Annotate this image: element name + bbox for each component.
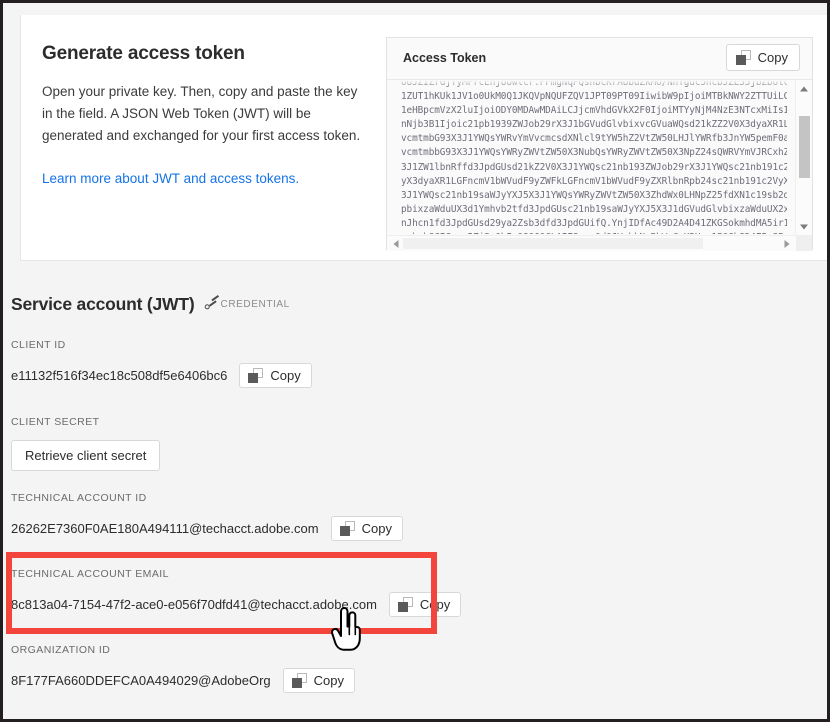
field-technical-account-id: TECHNICAL ACCOUNT ID 26262E7360F0AE180A4…	[11, 492, 403, 541]
scroll-down-arrow-icon[interactable]	[796, 220, 812, 234]
access-token-header: Access Token Copy	[387, 38, 812, 80]
field-client-id: CLIENT ID e11132f516f34ec18c508df5e6406b…	[11, 339, 312, 388]
vertical-scroll-thumb[interactable]	[799, 116, 810, 178]
screenshot-frame: Generate access token Open your private …	[0, 0, 830, 722]
scroll-left-arrow-icon[interactable]	[389, 236, 403, 251]
field-value-technical-account-id: 26262E7360F0AE180A494111@techacct.adobe.…	[11, 521, 319, 536]
scroll-right-arrow-icon[interactable]	[780, 236, 794, 251]
field-value-organization-id: 8F177FA660DDEFCA0A494029@AdobeOrg	[11, 673, 271, 688]
copy-icon	[735, 50, 751, 65]
generate-access-token-card: Generate access token Open your private …	[20, 15, 827, 261]
field-label-technical-account-id: TECHNICAL ACCOUNT ID	[11, 492, 147, 504]
field-row-client-secret: Retrieve client secret	[11, 440, 161, 471]
section-header: Service account (JWT) CREDENTIAL	[11, 294, 290, 315]
field-label-client-secret: CLIENT SECRET	[11, 416, 100, 428]
copy-access-token-label: Copy	[757, 49, 788, 65]
field-row-client-id: e11132f516f34ec18c508df5e6406bc6 Copy	[11, 363, 312, 388]
copy-icon	[248, 368, 264, 383]
copy-icon	[397, 597, 413, 612]
field-label-client-id: CLIENT ID	[11, 339, 66, 351]
field-row-organization-id: 8F177FA660DDEFCA0A494029@AdobeOrg Copy	[11, 668, 355, 693]
field-label-organization-id: ORGANIZATION ID	[11, 644, 111, 656]
field-technical-account-email: TECHNICAL ACCOUNT EMAIL 8c813a04-7154-47…	[11, 568, 462, 617]
copy-organization-id-label: Copy	[313, 672, 344, 688]
copy-organization-id-button[interactable]: Copy	[282, 668, 355, 693]
token-horizontal-scrollbar[interactable]	[387, 235, 812, 251]
key-icon	[202, 296, 219, 312]
copy-technical-account-id-label: Copy	[361, 520, 392, 536]
copy-client-id-button[interactable]: Copy	[239, 363, 312, 388]
credential-tag-label: CREDENTIAL	[220, 299, 290, 310]
field-organization-id: ORGANIZATION ID 8F177FA660DDEFCA0A494029…	[11, 644, 355, 693]
access-token-text[interactable]: OUJZIZrGjTyMFrcEnjUUwlcr.FFmgNqPQsnbcKrA…	[401, 80, 787, 234]
access-token-body: OUJZIZrGjTyMFrcEnjUUwlcr.FFmgNqPQsnbcKrA…	[387, 80, 812, 251]
field-value-technical-account-email: 8c813a04-7154-47f2-ace0-e056f70dfd41@tec…	[11, 597, 377, 612]
access-token-label: Access Token	[403, 51, 487, 65]
field-label-technical-account-email: TECHNICAL ACCOUNT EMAIL	[11, 568, 169, 580]
copy-client-id-label: Copy	[270, 367, 301, 383]
horizontal-scroll-thumb[interactable]	[403, 238, 703, 249]
service-account-section: Service account (JWT) CREDENTIAL CLIENT …	[3, 261, 827, 719]
access-token-panel: Access Token Copy OUJZIZrGjTyMFrcEnjUUwl…	[386, 37, 813, 251]
field-row-technical-account-id: 26262E7360F0AE180A494111@techacct.adobe.…	[11, 516, 403, 541]
intro-description: Open your private key. Then, copy and pa…	[42, 84, 361, 143]
scroll-up-arrow-icon[interactable]	[796, 82, 812, 96]
copy-technical-account-id-button[interactable]: Copy	[330, 516, 403, 541]
scrollbar-corner	[796, 236, 812, 251]
token-vertical-scrollbar[interactable]	[795, 80, 812, 236]
field-value-client-id: e11132f516f34ec18c508df5e6406bc6	[11, 368, 228, 383]
copy-technical-account-email-button[interactable]: Copy	[388, 592, 462, 617]
retrieve-client-secret-button[interactable]: Retrieve client secret	[11, 440, 161, 471]
intro-block: Generate access token Open your private …	[42, 43, 362, 189]
page-title: Generate access token	[42, 43, 245, 64]
section-title: Service account (JWT)	[11, 294, 195, 314]
copy-technical-account-email-label: Copy	[419, 596, 451, 612]
learn-more-link[interactable]: Learn more about JWT and access tokens.	[42, 169, 299, 189]
copy-icon	[339, 521, 355, 536]
field-row-technical-account-email: 8c813a04-7154-47f2-ace0-e056f70dfd41@tec…	[11, 592, 462, 617]
copy-access-token-button[interactable]: Copy	[725, 44, 800, 71]
credential-tag: CREDENTIAL	[204, 299, 290, 310]
field-client-secret: CLIENT SECRET Retrieve client secret	[11, 416, 161, 471]
copy-icon	[291, 673, 307, 688]
